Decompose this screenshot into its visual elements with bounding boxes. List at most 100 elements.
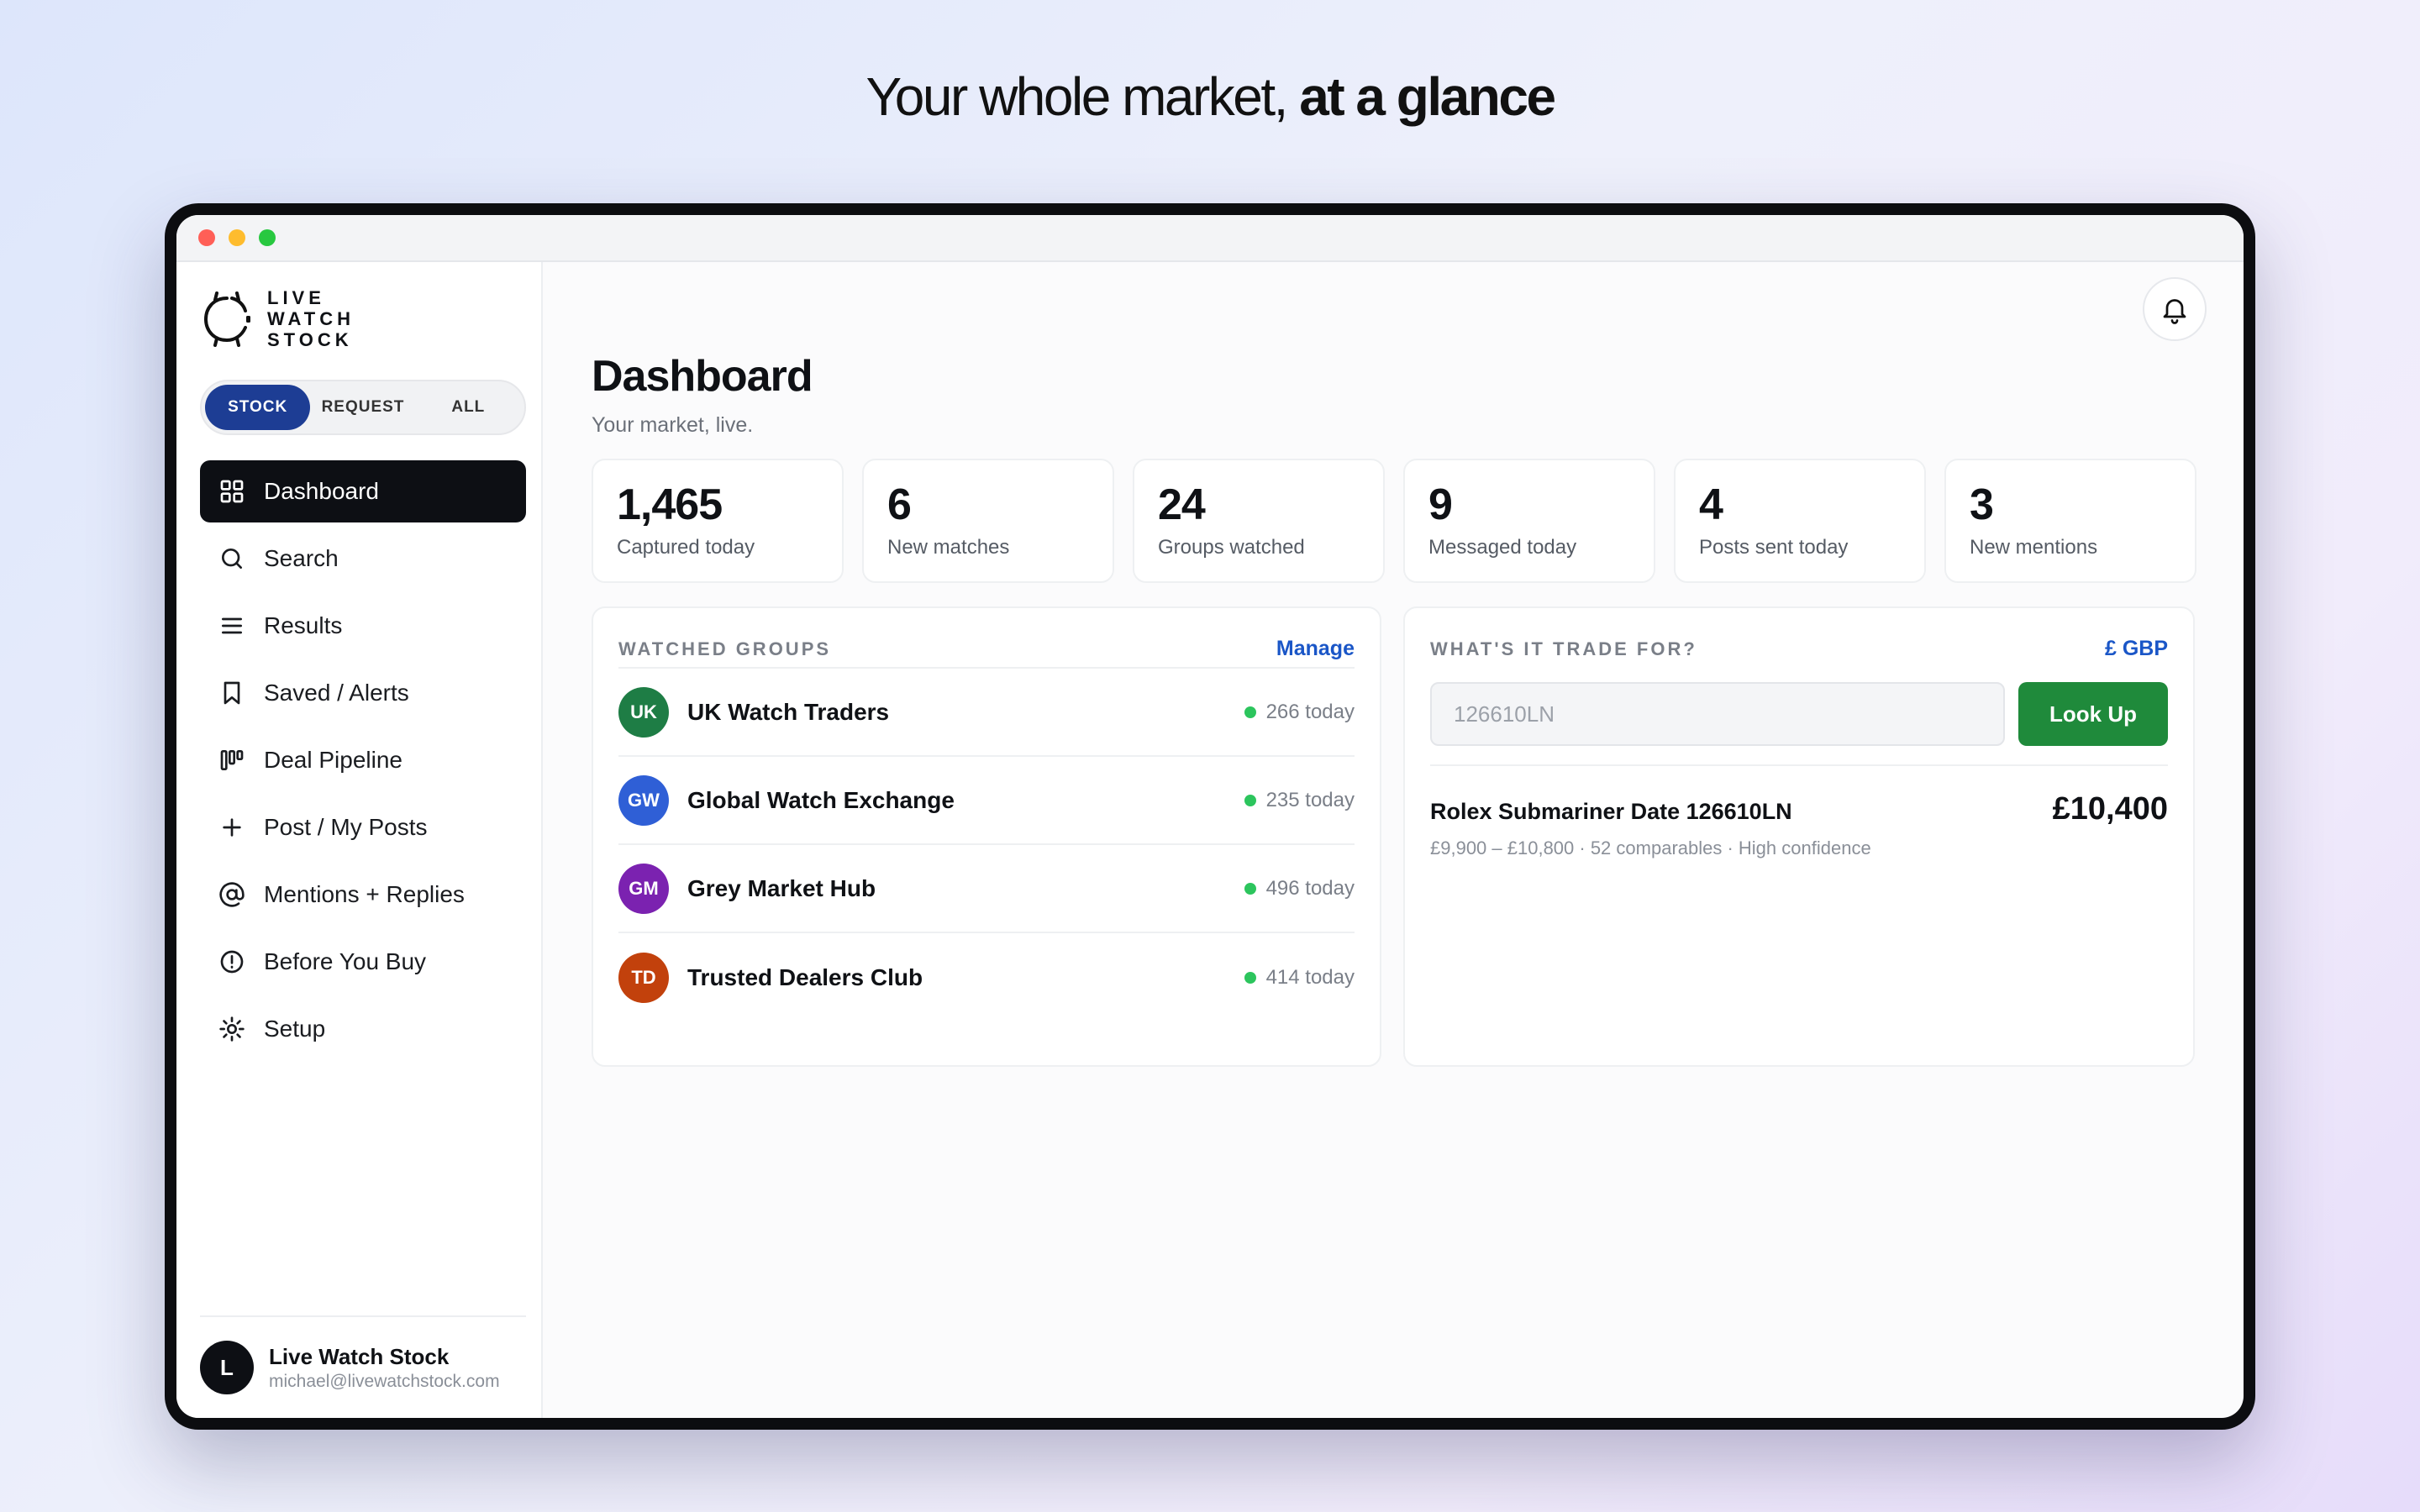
- sidebar-item-label: Mentions + Replies: [264, 881, 465, 907]
- app-window: LIVE WATCH STOCK STOCK REQUEST ALL Dashb…: [176, 215, 2244, 1418]
- reference-search-input[interactable]: [1430, 682, 2005, 746]
- window-titlebar: [176, 215, 2244, 262]
- sidebar-item-post[interactable]: Post / My Posts: [200, 796, 526, 858]
- sidebar-item-label: Before You Buy: [264, 948, 427, 974]
- sidebar-item-dashboard[interactable]: Dashboard: [200, 460, 526, 522]
- page-subtitle: Your market, live.: [592, 413, 754, 437]
- mode-request-button[interactable]: REQUEST: [310, 385, 415, 430]
- hero-headline: Your whole market, at a glance: [0, 66, 2420, 128]
- stat-value: 1,465: [617, 480, 723, 529]
- sidebar-item-mentions[interactable]: Mentions + Replies: [200, 864, 526, 926]
- stat-value: 3: [1970, 480, 1994, 529]
- manage-link[interactable]: Manage: [1276, 637, 1355, 661]
- group-count: 266 today: [1244, 701, 1355, 724]
- stats-row: 1,465 Captured today 6 New matches 24 Gr…: [592, 459, 2196, 583]
- stat-card-mentions[interactable]: 3 New mentions: [1944, 459, 2196, 583]
- sidebar-item-saved-alerts[interactable]: Saved / Alerts: [200, 662, 526, 724]
- user-name: Live Watch Stock: [269, 1343, 450, 1369]
- hero-text-bold: at a glance: [1299, 66, 1556, 127]
- look-up-button[interactable]: Look Up: [2018, 682, 2168, 746]
- sidebar-item-label: Results: [264, 612, 343, 638]
- brand-wordmark: LIVE WATCH STOCK: [267, 287, 355, 350]
- mode-all-button[interactable]: ALL: [416, 385, 521, 430]
- window-close-button[interactable]: [198, 229, 215, 246]
- group-count-text: 235 today: [1265, 788, 1355, 811]
- group-count-text: 266 today: [1265, 700, 1355, 723]
- result-price: £10,400: [2052, 791, 2168, 827]
- list-item[interactable]: TD Trusted Dealers Club 414 today: [618, 933, 1355, 1021]
- list-item[interactable]: GW Global Watch Exchange 235 today: [618, 757, 1355, 845]
- user-profile[interactable]: L Live Watch Stock michael@livewatchstoc…: [200, 1315, 526, 1394]
- sidebar: LIVE WATCH STOCK STOCK REQUEST ALL Dashb…: [176, 262, 543, 1418]
- stat-label: Groups watched: [1158, 536, 1305, 559]
- stat-value: 6: [887, 480, 912, 529]
- hero-text-regular: Your whole market,: [865, 66, 1288, 127]
- user-info: Live Watch Stock michael@livewatchstock.…: [269, 1344, 500, 1392]
- trade-lookup-panel: WHAT'S IT TRADE FOR? £ GBP Look Up Rolex…: [1403, 606, 2195, 1067]
- currency-selector[interactable]: £ GBP: [2105, 637, 2168, 661]
- list-item[interactable]: UK UK Watch Traders 266 today: [618, 669, 1355, 757]
- plus-icon: [218, 814, 245, 841]
- at-icon: [218, 881, 245, 908]
- group-name: Trusted Dealers Club: [687, 963, 923, 990]
- sidebar-item-deal-pipeline[interactable]: Deal Pipeline: [200, 729, 526, 791]
- sidebar-item-setup[interactable]: Setup: [200, 998, 526, 1060]
- stat-label: Messaged today: [1428, 536, 1577, 559]
- result-name: Rolex Submariner Date 126610LN: [1430, 799, 1792, 824]
- result-meta: £9,900 – £10,800 · 52 comparables · High…: [1430, 837, 1871, 858]
- alert-circle-icon: [218, 948, 245, 975]
- group-avatar: TD: [618, 952, 669, 1003]
- kanban-icon: [218, 747, 245, 774]
- stat-card-groups[interactable]: 24 Groups watched: [1133, 459, 1385, 583]
- trade-result[interactable]: Rolex Submariner Date 126610LN £10,400 £…: [1430, 764, 2168, 859]
- status-dot-icon: [1244, 706, 1256, 718]
- status-dot-icon: [1244, 882, 1256, 895]
- stat-card-posts[interactable]: 4 Posts sent today: [1674, 459, 1926, 583]
- window-maximize-button[interactable]: [259, 229, 276, 246]
- stat-label: New matches: [887, 536, 1010, 559]
- bell-icon: [2163, 299, 2186, 324]
- group-avatar: GM: [618, 863, 669, 914]
- grid-icon: [218, 478, 245, 505]
- group-count-text: 496 today: [1265, 876, 1355, 900]
- sidebar-item-label: Deal Pipeline: [264, 747, 402, 773]
- stat-card-matches[interactable]: 6 New matches: [862, 459, 1114, 583]
- bookmark-icon: [218, 680, 245, 706]
- group-name: Grey Market Hub: [687, 874, 876, 901]
- sidebar-item-results[interactable]: Results: [200, 595, 526, 657]
- stat-card-messaged[interactable]: 9 Messaged today: [1403, 459, 1655, 583]
- watch-logo-icon: [203, 291, 250, 347]
- list-icon: [218, 612, 245, 639]
- page-title: Dashboard: [592, 352, 813, 401]
- group-name: UK Watch Traders: [687, 698, 890, 725]
- stat-value: 9: [1428, 480, 1453, 529]
- stat-value: 4: [1699, 480, 1723, 529]
- sidebar-item-search[interactable]: Search: [200, 528, 526, 590]
- status-dot-icon: [1244, 971, 1256, 984]
- avatar: L: [200, 1341, 254, 1394]
- group-count-text: 414 today: [1265, 965, 1355, 989]
- brand-logo-group[interactable]: LIVE WATCH STOCK: [202, 287, 355, 350]
- sidebar-item-before-you-buy[interactable]: Before You Buy: [200, 931, 526, 993]
- sidebar-item-label: Search: [264, 545, 339, 571]
- sidebar-item-label: Dashboard: [264, 478, 379, 504]
- notifications-button[interactable]: [2143, 277, 2207, 341]
- group-count: 414 today: [1244, 966, 1355, 990]
- stat-label: Captured today: [617, 536, 755, 559]
- stat-value: 24: [1158, 480, 1206, 529]
- mode-toggle: STOCK REQUEST ALL: [200, 380, 526, 435]
- stat-card-captured[interactable]: 1,465 Captured today: [592, 459, 844, 583]
- list-item[interactable]: GM Grey Market Hub 496 today: [618, 845, 1355, 933]
- sidebar-nav: Dashboard Search Results Saved / Alerts …: [200, 460, 526, 1065]
- main-content: Dashboard Your market, live. 1,465 Captu…: [543, 262, 2244, 1418]
- panel-header: WHAT'S IT TRADE FOR? £ GBP: [1430, 637, 2168, 661]
- search-icon: [218, 545, 245, 572]
- mode-stock-button[interactable]: STOCK: [205, 385, 311, 430]
- brand-line-3: STOCK: [267, 329, 353, 350]
- group-count: 235 today: [1244, 789, 1355, 812]
- window-minimize-button[interactable]: [229, 229, 245, 246]
- watched-groups-panel: WATCHED GROUPS Manage UK UK Watch Trader…: [592, 606, 1381, 1067]
- lookup-row: Look Up: [1430, 682, 2168, 746]
- panel-title: WATCHED GROUPS: [618, 638, 832, 659]
- status-dot-icon: [1244, 794, 1256, 806]
